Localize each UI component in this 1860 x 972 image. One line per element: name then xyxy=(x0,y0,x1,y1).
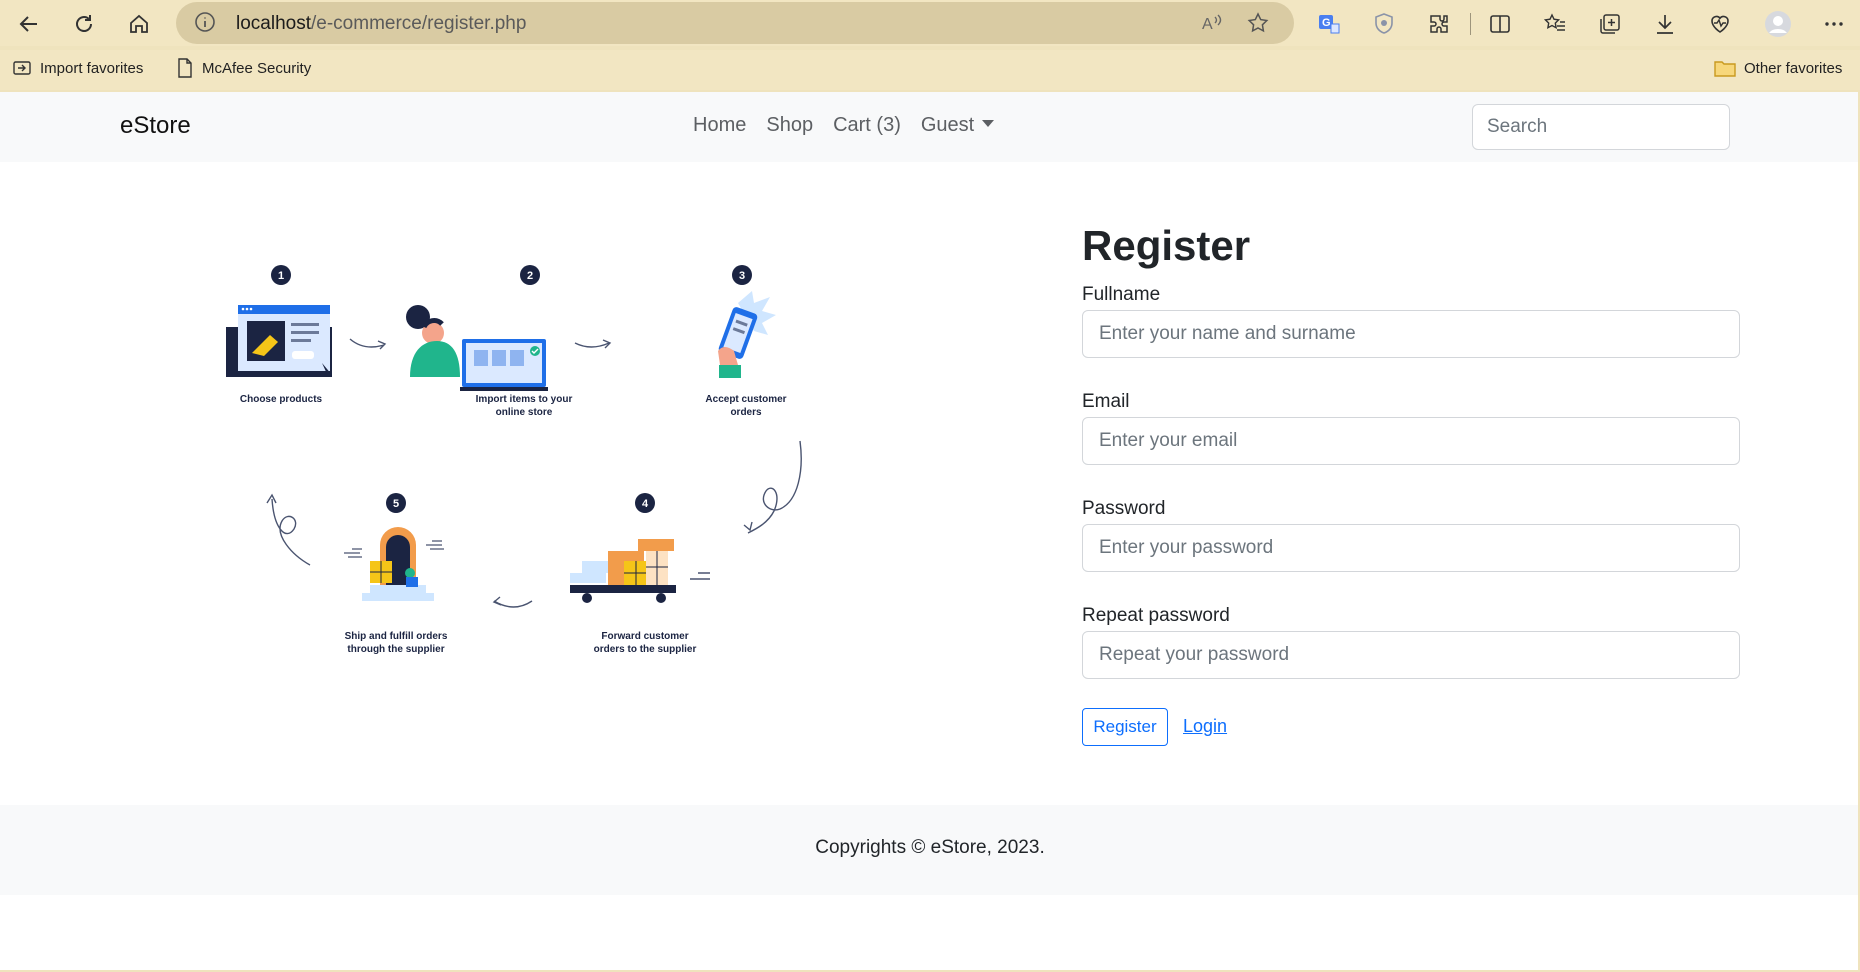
fullname-label: Fullname xyxy=(1082,284,1161,305)
address-bar[interactable]: localhost/e-commerce/register.php A xyxy=(176,2,1294,44)
repeat-password-label: Repeat password xyxy=(1082,605,1230,626)
step-badge-3: 3 xyxy=(732,265,752,285)
nav-home[interactable]: Home xyxy=(693,114,746,137)
bookmark-other-favorites[interactable]: Other favorites xyxy=(1714,58,1842,78)
favorites-icon[interactable] xyxy=(1539,8,1571,40)
step-3-label-line2: orders xyxy=(730,407,762,418)
svg-text:G: G xyxy=(1322,17,1331,29)
repeat-password-field[interactable] xyxy=(1082,631,1740,679)
nav-links: Home Shop Cart (3) Guest xyxy=(693,114,1014,137)
step-4-label-line2: orders to the supplier xyxy=(594,644,697,655)
step-4-label-line1: Forward customer xyxy=(601,631,688,642)
choose-products-image xyxy=(226,305,332,377)
accept-orders-image xyxy=(718,291,776,378)
copyright-text: Copyrights © eStore, 2023. xyxy=(815,837,1045,858)
browser-toolbar: localhost/e-commerce/register.php A G xyxy=(0,0,1860,46)
page-content: eStore Home Shop Cart (3) Guest 1 2 3 4 … xyxy=(0,92,1860,972)
site-footer: Copyrights © eStore, 2023. xyxy=(0,805,1860,895)
step-badge-2: 2 xyxy=(520,265,540,285)
step-badge-5: 5 xyxy=(386,493,406,513)
password-field[interactable] xyxy=(1082,524,1740,572)
svg-text:A: A xyxy=(1202,16,1213,33)
search-input[interactable] xyxy=(1472,104,1730,150)
page-title: Register xyxy=(1082,222,1251,269)
step-3-label-line1: Accept customer xyxy=(705,394,786,405)
url-text[interactable]: localhost/e-commerce/register.php xyxy=(236,13,526,35)
step-badge-4: 4 xyxy=(635,493,655,513)
nav-guest-dropdown[interactable]: Guest xyxy=(920,114,995,137)
forward-orders-image xyxy=(570,539,710,603)
nav-shop[interactable]: Shop xyxy=(766,114,813,137)
step-number-4: 4 xyxy=(642,498,649,510)
home-icon[interactable] xyxy=(122,7,156,41)
step-2-label-line2: online store xyxy=(496,407,553,418)
nav-guest-label: Guest xyxy=(920,114,975,136)
step-2-label-line1: Import items to your xyxy=(476,394,573,405)
favorite-star-icon[interactable] xyxy=(1246,11,1270,40)
nav-cart[interactable]: Cart (3) xyxy=(833,114,901,137)
bookmark-mcafee[interactable]: McAfee Security xyxy=(176,58,311,78)
page-icon xyxy=(178,58,192,78)
collections-icon[interactable] xyxy=(1594,8,1626,40)
shield-icon[interactable] xyxy=(1368,8,1400,40)
register-button[interactable]: Register xyxy=(1082,708,1168,746)
step-badge-1: 1 xyxy=(271,265,291,285)
bookmarks-bar: Import favorites McAfee Security Other f… xyxy=(0,50,1860,90)
site-info-icon[interactable] xyxy=(194,11,216,38)
folder-icon xyxy=(1714,61,1736,77)
read-aloud-icon[interactable]: A xyxy=(1200,11,1224,40)
import-items-image xyxy=(406,305,548,391)
step-5-label-line1: Ship and fulfill orders xyxy=(345,631,448,642)
extensions-icon[interactable] xyxy=(1423,8,1455,40)
site-navbar: eStore Home Shop Cart (3) Guest xyxy=(0,92,1860,162)
translate-icon[interactable]: G xyxy=(1313,8,1345,40)
step-number-2: 2 xyxy=(527,270,533,282)
password-label: Password xyxy=(1082,498,1166,519)
ship-orders-image xyxy=(344,527,444,601)
dropshipping-illustration: 1 2 3 4 5 Choose products Import items t… xyxy=(220,255,820,675)
step-number-5: 5 xyxy=(393,498,399,510)
login-link[interactable]: Login xyxy=(1183,716,1227,737)
refresh-icon[interactable] xyxy=(67,7,101,41)
back-icon[interactable] xyxy=(12,7,46,41)
step-number-1: 1 xyxy=(278,270,284,282)
chevron-down-icon xyxy=(982,120,995,128)
email-label: Email xyxy=(1082,391,1130,412)
split-screen-icon[interactable] xyxy=(1484,8,1516,40)
import-icon xyxy=(13,61,31,75)
step-number-3: 3 xyxy=(739,270,745,282)
bookmark-import-favorites[interactable]: Import favorites xyxy=(12,58,143,78)
toolbar-separator xyxy=(1470,13,1471,35)
more-menu-icon[interactable] xyxy=(1818,8,1850,40)
email-field[interactable] xyxy=(1082,417,1740,465)
download-icon[interactable] xyxy=(1649,8,1681,40)
step-5-label-line2: through the supplier xyxy=(347,644,444,655)
flow-arrow xyxy=(349,338,385,348)
profile-avatar-icon[interactable] xyxy=(1762,8,1794,40)
step-1-label: Choose products xyxy=(240,394,323,405)
browser-essentials-icon[interactable] xyxy=(1704,8,1736,40)
fullname-field[interactable] xyxy=(1082,310,1740,358)
brand-logo[interactable]: eStore xyxy=(120,112,191,140)
